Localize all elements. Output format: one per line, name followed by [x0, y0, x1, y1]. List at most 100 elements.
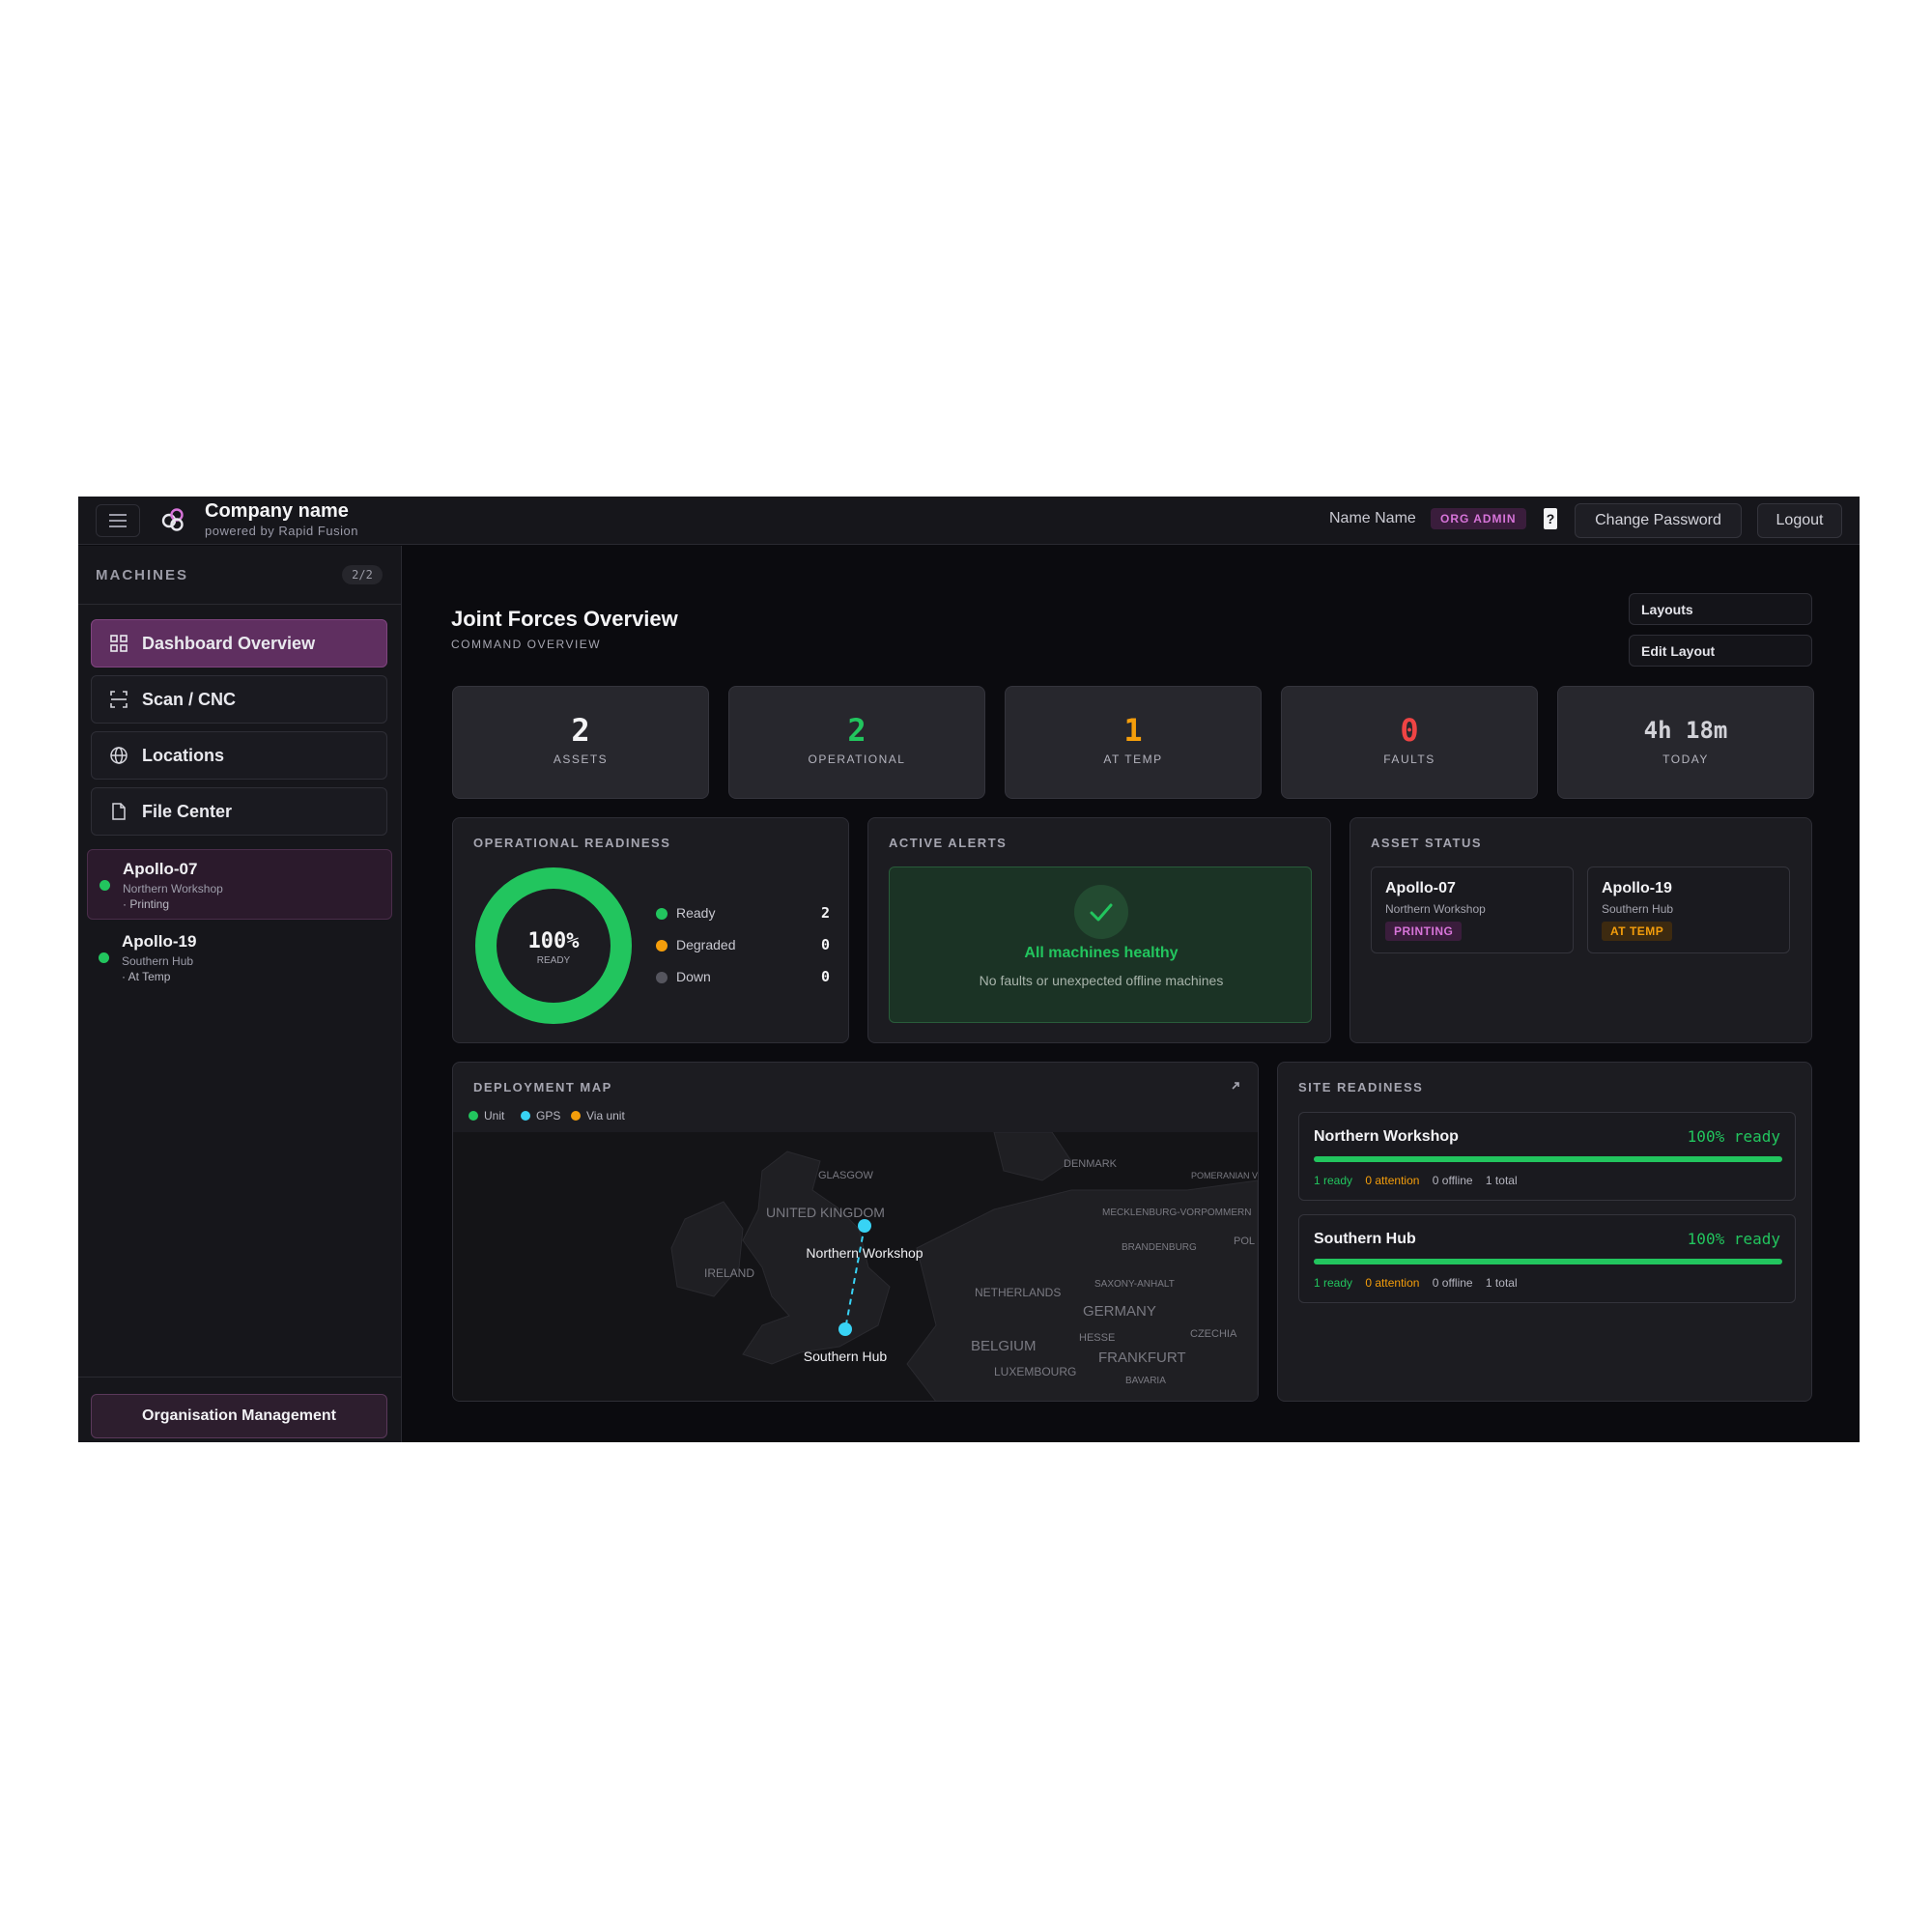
- asset-card-apollo-07[interactable]: Apollo-07 Northern Workshop PRINTING: [1371, 867, 1574, 953]
- donut-percent: 100%: [528, 929, 581, 953]
- machine-item-apollo-07[interactable]: Apollo-07 Northern Workshop · Printing: [87, 849, 392, 920]
- asset-name: Apollo-19: [1602, 880, 1672, 896]
- alert-status-text: No faults or unexpected offline machines: [979, 973, 1224, 988]
- grid-icon: [110, 635, 128, 652]
- stat-label: OPERATIONAL: [808, 753, 906, 766]
- legend-label: Ready: [676, 905, 716, 921]
- site-ready-count: 1 ready: [1314, 1174, 1353, 1187]
- site-ready-percent: 100% ready: [1687, 1230, 1780, 1248]
- map-label: POMERANIAN VOIVODESHIP: [1191, 1171, 1258, 1180]
- machine-name: Apollo-07: [123, 860, 198, 878]
- stat-label: ASSETS: [553, 753, 609, 766]
- map-legend-gps: GPS: [521, 1109, 560, 1124]
- site-readiness-panel: SITE READINESS Northern Workshop 100% re…: [1277, 1062, 1812, 1402]
- map-label: GERMANY: [1083, 1303, 1156, 1320]
- site-name: Northern Workshop: [1314, 1128, 1459, 1145]
- machine-state: · At Temp: [122, 970, 171, 983]
- site-card-southern-hub[interactable]: Southern Hub 100% ready 1 ready 0 attent…: [1298, 1214, 1796, 1303]
- legend-label: Unit: [484, 1109, 505, 1122]
- legend-dot: [656, 908, 668, 920]
- top-bar: Company name powered by Rapid Fusion Nam…: [78, 497, 1860, 545]
- stat-card-at-temp: 1 AT TEMP: [1005, 686, 1262, 799]
- map-label: SAXONY-ANHALT: [1094, 1279, 1175, 1290]
- map-legend-unit: Unit: [469, 1109, 504, 1124]
- machines-heading: MACHINES: [96, 567, 189, 583]
- marker-southern-hub[interactable]: [838, 1322, 852, 1336]
- machine-state: · Printing: [123, 897, 170, 911]
- site-total-count: 1 total: [1485, 1174, 1518, 1187]
- stat-card-today: 4h 18m TODAY: [1557, 686, 1814, 799]
- nav-locations[interactable]: Locations: [91, 731, 387, 780]
- site-progress-track: [1314, 1156, 1782, 1162]
- help-icon[interactable]: ?: [1544, 508, 1557, 529]
- role-badge: ORG ADMIN: [1431, 508, 1526, 529]
- site-total-count: 1 total: [1485, 1276, 1518, 1290]
- map-legend-via-unit: Via unit: [571, 1109, 625, 1124]
- company-logo-icon: [161, 508, 184, 531]
- map-label: BAVARIA: [1125, 1376, 1166, 1386]
- stat-value: 0: [1400, 712, 1419, 749]
- legend-value: 0: [820, 968, 830, 985]
- stat-label: AT TEMP: [1103, 753, 1163, 766]
- site-name: Southern Hub: [1314, 1231, 1416, 1247]
- logout-button[interactable]: Logout: [1757, 503, 1842, 538]
- site-attention-count: 0 attention: [1365, 1276, 1420, 1290]
- landmass-denmark: [993, 1131, 1072, 1181]
- machine-location: Southern Hub: [122, 954, 194, 968]
- organisation-management-button[interactable]: Organisation Management: [91, 1394, 387, 1438]
- map-label: UNITED KINGDOM: [766, 1205, 885, 1220]
- scan-icon: [110, 691, 128, 708]
- map-label: LUXEMBOURG: [994, 1365, 1076, 1378]
- legend-degraded: Degraded 0: [656, 936, 830, 955]
- panel-title: SITE READINESS: [1298, 1080, 1424, 1094]
- legend-ready: Ready 2: [656, 904, 830, 923]
- machine-item-apollo-19[interactable]: Apollo-19 Southern Hub · At Temp: [87, 923, 392, 993]
- change-password-button[interactable]: Change Password: [1575, 503, 1742, 538]
- stat-value: 1: [1123, 712, 1143, 749]
- marker-label: Southern Hub: [804, 1349, 888, 1364]
- status-dot: [99, 880, 110, 891]
- machine-name: Apollo-19: [122, 932, 197, 951]
- machines-count-badge: 2/2: [342, 565, 383, 584]
- company-name: Company name: [205, 500, 349, 522]
- deployment-map[interactable]: GLASGOW DENMARK POMERANIAN VOIVODESHIP U…: [453, 1131, 1258, 1401]
- stat-card-faults: 0 FAULTS: [1281, 686, 1538, 799]
- menu-icon[interactable]: [96, 504, 140, 537]
- stat-card-operational: 2 OPERATIONAL: [728, 686, 985, 799]
- nav-file-center[interactable]: File Center: [91, 787, 387, 836]
- active-alerts-panel: ACTIVE ALERTS All machines healthy No fa…: [867, 817, 1331, 1043]
- site-progress-fill: [1314, 1156, 1782, 1162]
- file-icon: [112, 803, 126, 820]
- panel-title: DEPLOYMENT MAP: [473, 1080, 612, 1094]
- stat-value: 2: [571, 712, 590, 749]
- map-canvas: GLASGOW DENMARK POMERANIAN VOIVODESHIP U…: [670, 1131, 1258, 1401]
- site-ready-percent: 100% ready: [1687, 1127, 1780, 1146]
- asset-card-apollo-19[interactable]: Apollo-19 Southern Hub AT TEMP: [1587, 867, 1790, 953]
- panel-title: ASSET STATUS: [1371, 836, 1483, 850]
- status-badge: PRINTING: [1385, 922, 1463, 941]
- page-title: Joint Forces Overview: [451, 607, 678, 631]
- alert-status-box: All machines healthy No faults or unexpe…: [889, 867, 1312, 1023]
- sidebar-divider: [78, 1377, 402, 1378]
- site-progress-fill: [1314, 1259, 1782, 1264]
- legend-value: 2: [820, 904, 830, 922]
- legend-value: 0: [820, 936, 830, 953]
- donut-sub: READY: [537, 955, 571, 966]
- nav-label: Dashboard Overview: [142, 633, 316, 653]
- operational-readiness-panel: OPERATIONAL READINESS 100% READY Ready 2…: [452, 817, 849, 1043]
- nav-label: Scan / CNC: [142, 689, 237, 709]
- globe-icon: [110, 747, 128, 764]
- edit-layout-button[interactable]: Edit Layout: [1629, 635, 1812, 667]
- expand-icon[interactable]: [1226, 1080, 1241, 1095]
- site-stats: 1 ready 0 attention 0 offline 1 total: [1314, 1174, 1527, 1187]
- nav-scan-cnc[interactable]: Scan / CNC: [91, 675, 387, 724]
- legend-down: Down 0: [656, 968, 830, 987]
- nav-dashboard-overview[interactable]: Dashboard Overview: [91, 619, 387, 668]
- asset-location: Southern Hub: [1602, 902, 1674, 916]
- legend-label: Via unit: [586, 1109, 625, 1122]
- marker-northern-workshop[interactable]: [858, 1219, 871, 1233]
- alert-status-title: All machines healthy: [1024, 945, 1179, 961]
- site-card-northern-workshop[interactable]: Northern Workshop 100% ready 1 ready 0 a…: [1298, 1112, 1796, 1201]
- layouts-button[interactable]: Layouts: [1629, 593, 1812, 625]
- user-name: Name Name: [1329, 510, 1416, 526]
